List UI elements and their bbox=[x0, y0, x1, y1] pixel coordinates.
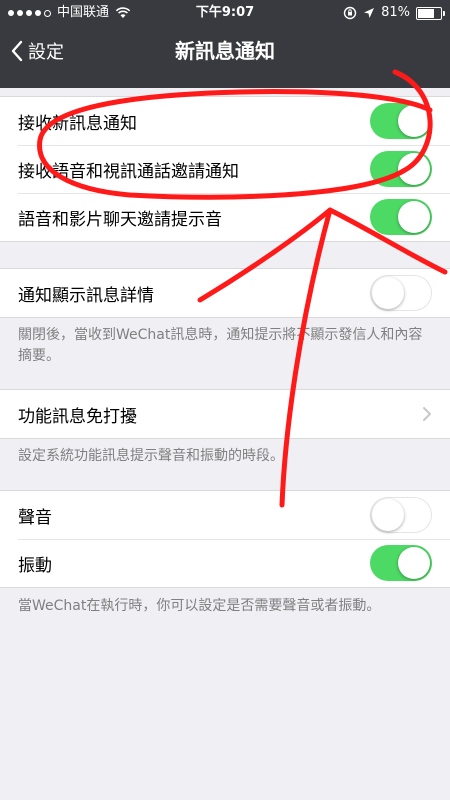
chevron-right-icon bbox=[423, 407, 431, 421]
receive-new-message-toggle[interactable] bbox=[370, 103, 432, 139]
vibration-row: 振動 bbox=[0, 539, 450, 587]
receive-new-message-row: 接收新訊息通知 bbox=[0, 97, 450, 145]
call-invite-toggle[interactable] bbox=[370, 151, 432, 187]
dnd-note: 設定系統功能訊息提示聲音和振動的時段。 bbox=[18, 448, 284, 464]
row-label: 聲音 bbox=[18, 507, 52, 528]
feature-dnd-row[interactable]: 功能訊息免打擾 bbox=[0, 390, 450, 438]
status-bar: 中国联通 下午9:07 81% bbox=[0, 0, 450, 26]
row-label: 功能訊息免打擾 bbox=[18, 406, 137, 427]
row-label: 接收語音和視訊通話邀請通知 bbox=[18, 161, 239, 182]
notification-group: 接收新訊息通知 接收語音和視訊通話邀請通知 語音和影片聊天邀請提示音 bbox=[0, 96, 450, 242]
row-label: 振動 bbox=[18, 555, 52, 576]
battery-icon bbox=[416, 6, 445, 20]
sound-toggle[interactable] bbox=[370, 497, 432, 533]
show-details-toggle[interactable] bbox=[370, 275, 432, 311]
row-label: 接收新訊息通知 bbox=[18, 113, 137, 134]
vibration-toggle[interactable] bbox=[370, 545, 432, 581]
details-group: 通知顯示訊息詳情 bbox=[0, 268, 450, 318]
rotation-lock-icon bbox=[343, 6, 357, 20]
row-label: 通知顯示訊息詳情 bbox=[18, 285, 154, 306]
sound-row: 聲音 bbox=[0, 491, 450, 539]
navigation-bar: 設定 新訊息通知 bbox=[0, 26, 450, 88]
battery-percent: 81% bbox=[381, 5, 410, 20]
row-label: 語音和影片聊天邀請提示音 bbox=[18, 209, 222, 230]
show-details-note: 關閉後，當收到WeChat訊息時，通知提示將不顯示發信人和內容摘要。 bbox=[18, 327, 423, 364]
chat-invite-sound-toggle[interactable] bbox=[370, 199, 432, 235]
location-arrow-icon bbox=[364, 8, 375, 18]
call-invite-row: 接收語音和視訊通話邀請通知 bbox=[0, 145, 450, 193]
show-details-row: 通知顯示訊息詳情 bbox=[0, 269, 450, 317]
chat-invite-sound-row: 語音和影片聊天邀請提示音 bbox=[0, 193, 450, 241]
page-title: 新訊息通知 bbox=[175, 39, 275, 63]
sound-vibration-group: 聲音 振動 bbox=[0, 490, 450, 588]
top-bar: 中国联通 下午9:07 81% 設定 新訊息通知 bbox=[0, 0, 450, 88]
dnd-group: 功能訊息免打擾 bbox=[0, 389, 450, 439]
sound-vibration-note: 當WeChat在執行時，你可以設定是否需要聲音或者振動。 bbox=[18, 598, 381, 614]
